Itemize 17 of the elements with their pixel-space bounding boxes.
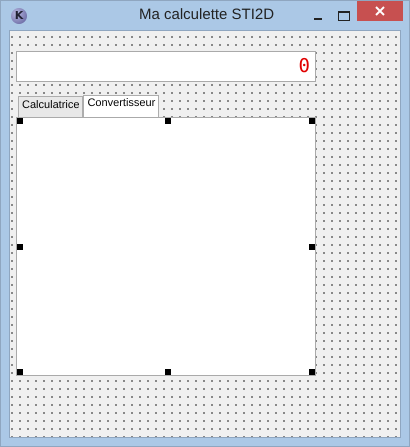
close-button[interactable]	[357, 1, 403, 21]
app-logo-icon: K	[11, 8, 27, 24]
resize-handle[interactable]	[17, 118, 23, 124]
resize-handle[interactable]	[165, 118, 171, 124]
resize-handle[interactable]	[17, 244, 23, 250]
resize-handle[interactable]	[309, 244, 315, 250]
maximize-icon	[338, 10, 350, 20]
window-title: Ma calculette STI2D	[139, 6, 274, 23]
close-icon	[375, 6, 385, 16]
display-field[interactable]: 0	[16, 51, 316, 82]
tab[interactable]: Calculatrice	[18, 96, 84, 117]
resize-handle[interactable]	[309, 118, 315, 124]
minimize-icon	[314, 18, 322, 20]
resize-handle[interactable]	[165, 369, 171, 375]
tab[interactable]: Convertisseur	[83, 95, 160, 118]
resize-handle[interactable]	[17, 369, 23, 375]
resize-handle[interactable]	[309, 369, 315, 375]
